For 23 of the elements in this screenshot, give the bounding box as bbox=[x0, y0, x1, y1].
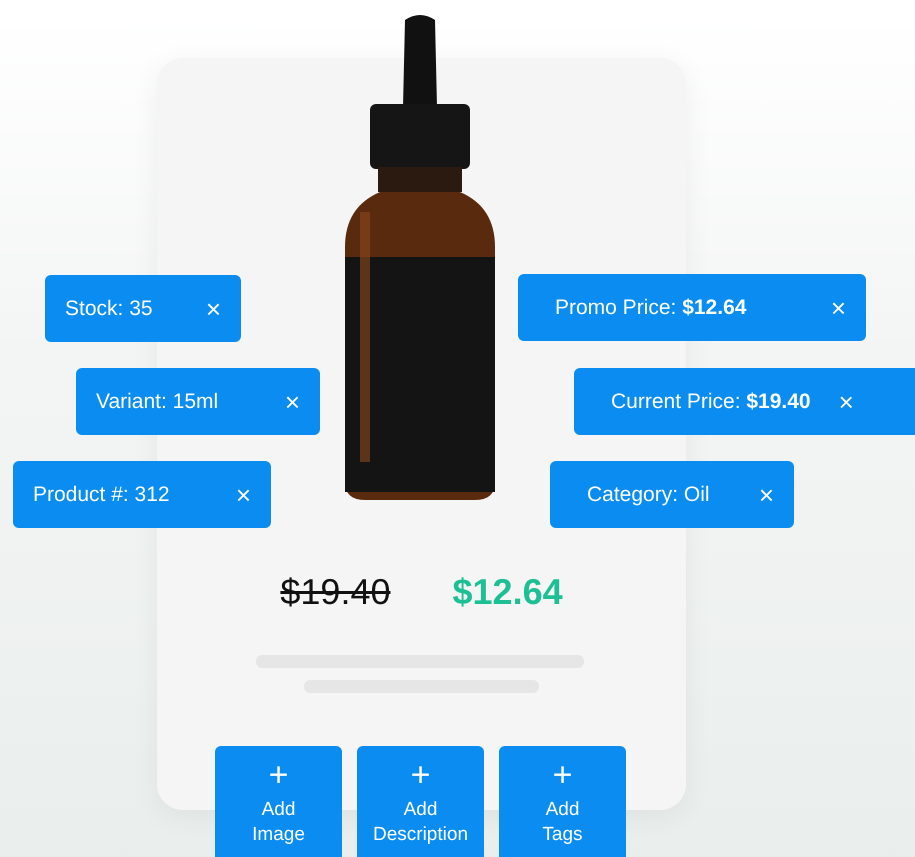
tag-chip[interactable]: Current Price: $19.40 × bbox=[574, 368, 915, 435]
close-icon[interactable]: × bbox=[284, 388, 300, 414]
tag-label: Stock: 35 bbox=[65, 296, 153, 322]
original-price: $19.40 bbox=[280, 570, 390, 614]
tag-label: Variant: 15ml bbox=[96, 388, 218, 415]
promo-price: $12.64 bbox=[452, 570, 563, 614]
tag-label: Promo Price: $12.64 bbox=[555, 294, 746, 321]
tag-label: Current Price: $19.40 bbox=[611, 388, 811, 415]
tag-chip[interactable]: Product #: 312 × bbox=[13, 461, 271, 528]
close-icon[interactable]: × bbox=[758, 482, 774, 508]
add-button[interactable]: + Add Description bbox=[357, 746, 484, 857]
tag-chip[interactable]: Promo Price: $12.64 × bbox=[518, 274, 866, 341]
tag-label: Category: Oil bbox=[587, 482, 710, 508]
close-icon[interactable]: × bbox=[830, 294, 846, 320]
close-icon[interactable]: × bbox=[838, 388, 854, 414]
close-icon[interactable]: × bbox=[236, 482, 251, 508]
tag-chip[interactable]: Category: Oil × bbox=[550, 461, 794, 528]
add-button[interactable]: + Add Tags bbox=[499, 746, 626, 857]
tag-label: Product #: 312 bbox=[33, 482, 170, 508]
tag-chip[interactable]: Stock: 35 × bbox=[45, 275, 241, 342]
tag-chip[interactable]: Variant: 15ml × bbox=[76, 368, 320, 435]
add-button[interactable]: + Add Image bbox=[215, 746, 342, 857]
close-icon[interactable]: × bbox=[206, 296, 221, 322]
